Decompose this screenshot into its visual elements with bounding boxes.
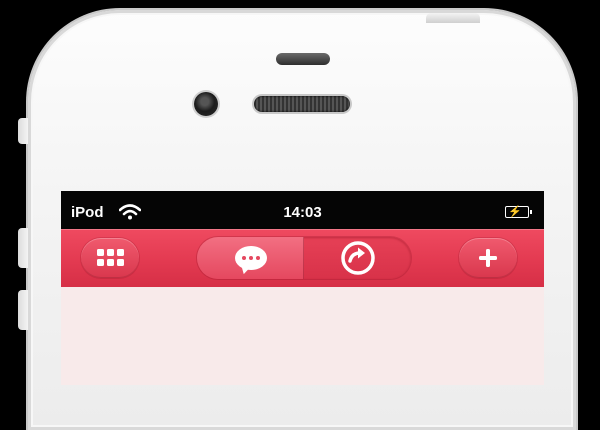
add-button[interactable]	[459, 238, 517, 278]
status-bar: iPod 14:03 ⚡	[61, 191, 544, 229]
plus-icon	[479, 249, 497, 267]
status-time: 14:03	[283, 204, 322, 221]
battery-charging-icon: ⚡	[505, 206, 532, 218]
screen: iPod 14:03 ⚡	[61, 191, 544, 385]
segment-chat[interactable]	[197, 237, 304, 279]
power-button	[426, 13, 480, 23]
chat-bubble-icon	[234, 246, 267, 270]
arrow-circle-right-icon	[340, 241, 375, 275]
nav-bar	[61, 229, 544, 287]
view-switcher	[197, 237, 411, 279]
menu-button[interactable]	[81, 238, 139, 278]
content-area	[61, 287, 544, 385]
proximity-sensor	[276, 53, 330, 65]
segment-forward[interactable]	[304, 237, 411, 279]
front-camera	[194, 92, 218, 116]
mute-switch	[18, 118, 28, 144]
grid-menu-icon	[97, 249, 124, 267]
volume-up-button	[18, 228, 28, 268]
volume-down-button	[18, 290, 28, 330]
earpiece-speaker	[254, 96, 350, 112]
